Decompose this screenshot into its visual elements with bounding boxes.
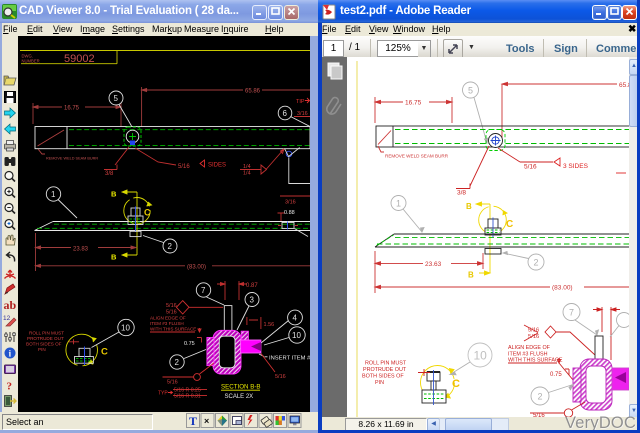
svg-text:ALIGN EDGE OF: ALIGN EDGE OF: [150, 316, 186, 321]
svg-text:3/8: 3/8: [457, 190, 466, 197]
svg-text:PROTRUDE OUT: PROTRUDE OUT: [27, 336, 64, 341]
svg-text:5/16: 5/16: [178, 164, 190, 170]
svg-text:REMOVE WELD SEAM BURR: REMOVE WELD SEAM BURR: [385, 154, 449, 159]
svg-text:2: 2: [175, 358, 180, 367]
svg-text:1: 1: [51, 190, 56, 199]
svg-text:B: B: [468, 271, 474, 280]
svg-text:2: 2: [538, 392, 543, 402]
svg-text:65.86: 65.86: [619, 82, 629, 89]
svg-text:(83.00): (83.00): [187, 265, 206, 271]
svg-text:12: 12: [3, 315, 11, 322]
svg-text:2: 2: [168, 242, 173, 251]
svg-text:C: C: [101, 347, 108, 358]
svg-text:REMOVE WELD SEAM BURR: REMOVE WELD SEAM BURR: [46, 157, 98, 161]
svg-text:5/16 R 0.31: 5/16 R 0.31: [174, 394, 201, 400]
svg-text:10: 10: [474, 349, 488, 363]
svg-text:ITEM #3 FLUSH: ITEM #3 FLUSH: [150, 321, 184, 326]
svg-text:ITEM #3 FLUSH: ITEM #3 FLUSH: [508, 351, 548, 357]
svg-text:16.75: 16.75: [405, 100, 422, 107]
svg-text:4: 4: [293, 314, 298, 323]
svg-text:23.63: 23.63: [425, 261, 442, 268]
svg-text:0.75: 0.75: [184, 341, 195, 347]
svg-text:ROLL PIN MUST: ROLL PIN MUST: [29, 331, 64, 336]
svg-text:B: B: [466, 202, 472, 211]
svg-text:ROLL PIN MUST: ROLL PIN MUST: [365, 361, 407, 367]
svg-text:10: 10: [292, 331, 301, 340]
svg-text:1/4: 1/4: [243, 171, 251, 177]
svg-text:?: ?: [7, 381, 13, 393]
svg-text:(83.00): (83.00): [552, 285, 573, 292]
svg-text:PIN: PIN: [38, 347, 46, 352]
svg-text:T: T: [189, 414, 197, 428]
svg-text:BOTH SIDES OF: BOTH SIDES OF: [362, 374, 404, 380]
svg-text:1: 1: [396, 199, 401, 209]
svg-text:5: 5: [468, 86, 473, 96]
svg-text:B: B: [111, 253, 117, 262]
svg-text:SECTION B-B: SECTION B-B: [221, 384, 261, 391]
svg-text:5/16: 5/16: [167, 380, 178, 386]
svg-text:7: 7: [201, 286, 206, 295]
svg-text:0.87: 0.87: [246, 283, 258, 289]
svg-text:NUMBER: NUMBER: [22, 59, 40, 64]
svg-text:ab: ab: [4, 298, 17, 312]
svg-text:C: C: [506, 219, 513, 230]
svg-text:B: B: [111, 190, 117, 199]
svg-text:BOTH SIDES OF: BOTH SIDES OF: [26, 342, 62, 347]
svg-text:59002: 59002: [64, 53, 95, 65]
svg-text:5/16: 5/16: [166, 303, 177, 309]
svg-text:ALIGN EDGE OF: ALIGN EDGE OF: [508, 345, 551, 351]
svg-text:C: C: [144, 208, 151, 218]
svg-text:23.83: 23.83: [73, 247, 89, 253]
svg-text:C: C: [452, 378, 460, 390]
svg-text:PIN: PIN: [375, 380, 384, 386]
svg-text:65.86: 65.86: [245, 89, 261, 95]
svg-text:7: 7: [569, 308, 574, 318]
svg-text:10: 10: [121, 324, 130, 333]
svg-text:1.56: 1.56: [264, 322, 275, 328]
svg-text:5/16: 5/16: [275, 374, 286, 380]
svg-text:×: ×: [204, 416, 209, 426]
svg-text:5: 5: [114, 94, 119, 103]
svg-text:SIDES: SIDES: [208, 163, 226, 169]
svg-text:TYP: TYP: [158, 391, 168, 397]
svg-text:3 SIDES: 3 SIDES: [563, 163, 589, 170]
svg-text:0.88: 0.88: [284, 210, 295, 216]
svg-text:INSERT ITEM #: INSERT ITEM #: [269, 356, 310, 362]
svg-text:16.75: 16.75: [64, 106, 80, 112]
svg-text:TIP: TIP: [296, 99, 305, 105]
svg-text:6: 6: [283, 109, 288, 118]
svg-text:5/16: 5/16: [524, 164, 537, 171]
svg-text:3/16: 3/16: [285, 200, 296, 206]
svg-text:0.75: 0.75: [550, 372, 562, 378]
svg-text:5/16: 5/16: [528, 334, 539, 340]
svg-text:SCALE 2X: SCALE 2X: [225, 394, 254, 400]
svg-text:3/8: 3/8: [105, 171, 114, 177]
svg-text:PROTRUDE OUT: PROTRUDE OUT: [363, 367, 407, 373]
svg-text:2: 2: [534, 258, 539, 268]
svg-text:WITH THIS SURFACE: WITH THIS SURFACE: [150, 327, 196, 332]
svg-text:3: 3: [250, 296, 255, 305]
